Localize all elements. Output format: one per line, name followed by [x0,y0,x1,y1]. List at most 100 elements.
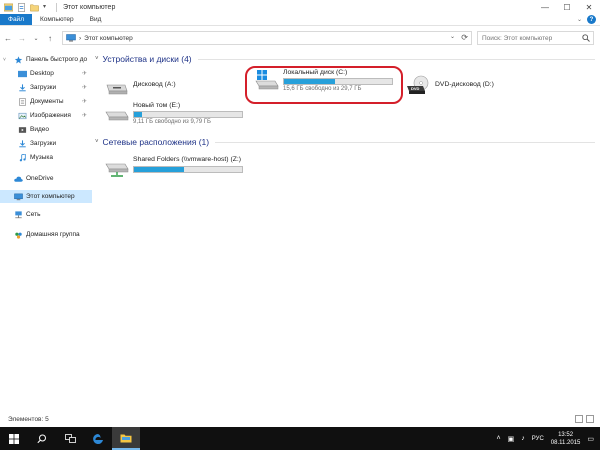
network-icon [15,210,22,218]
language-indicator[interactable]: РУС [532,436,544,442]
sidebar-item-label: Видео [30,126,49,133]
show-hidden-icons-icon[interactable]: ˄ [497,435,501,442]
sidebar-item-homegroup[interactable]: Домашняя группа [0,228,92,241]
sidebar-item-quick-access[interactable]: ˅ Панель быстрого до [0,53,92,66]
pin-icon[interactable]: ✈ [82,84,87,91]
sidebar-item-downloads[interactable]: Загрузки ✈ [0,81,92,94]
drive-d[interactable]: DVD DVD-дисковод (D:) [407,75,494,97]
sidebar-item-label: Desktop [30,70,54,77]
onedrive-icon [14,176,23,182]
sidebar-item-network[interactable]: Сеть [0,208,92,221]
group-divider [215,141,595,143]
sidebar-item-onedrive[interactable]: OneDrive [0,172,92,185]
items-count: Элементов: 5 [8,415,49,423]
drive-z[interactable]: Shared Folders (\\vmware-host) (Z:) [105,156,251,178]
forward-button[interactable]: → [16,34,28,43]
sidebar-item-label: Документы [30,98,64,105]
pin-icon[interactable]: ✈ [82,112,87,119]
recent-locations-button[interactable]: ⌄ [30,35,42,42]
drive-c[interactable]: Локальный диск (C:) 15,6 ГБ свободно из … [255,69,393,92]
status-bar: Элементов: 5 [0,413,600,425]
window-controls: — ☐ ✕ [534,0,600,14]
sidebar-item-video[interactable]: Видео [0,123,92,136]
edge-taskbar-button[interactable] [84,427,112,450]
tab-view[interactable]: Вид [82,14,110,25]
sidebar-item-label: OneDrive [26,175,54,182]
search-input[interactable] [482,34,577,42]
close-button[interactable]: ✕ [578,0,600,14]
network-status-icon[interactable]: ▣ [508,435,515,443]
sidebar-item-label: Этот компьютер [26,193,75,200]
navigation-pane: ˅ Панель быстрого до Desktop ✈ Загрузки … [0,50,92,408]
drive-usage-fill [284,79,335,84]
address-bar[interactable]: › Этот компьютер ⌄ ⟳ [62,31,472,45]
clock-time: 13:52 [558,431,574,438]
notifications-icon[interactable]: ▭ [587,435,594,443]
sidebar-item-label: Музыка [30,154,53,161]
search-taskbar-button[interactable] [28,427,56,450]
refresh-icon[interactable]: ⟳ [461,33,468,42]
drive-e[interactable]: Новый том (E:) 9,11 ГБ свободно из 9,79 … [105,102,243,125]
search-icon[interactable] [582,34,590,42]
collapse-chevron-icon[interactable]: ˅ [95,56,99,62]
quick-access-toolbar: ▾ [0,2,57,12]
explorer-taskbar-button[interactable] [112,427,140,450]
clock-date: 08.11.2015 [550,439,581,446]
folder-icon [120,434,132,442]
drive-usage-fill [134,167,184,172]
expand-chevron-icon[interactable]: ˅ [3,57,6,63]
pin-icon[interactable]: ✈ [82,98,87,105]
group-devices-and-drives[interactable]: ˅ Устройства и диски (4) [95,54,595,64]
drive-usage-fill [134,112,142,117]
new-folder-icon[interactable] [30,3,39,12]
pin-icon[interactable]: ✈ [82,70,87,77]
expand-ribbon-icon[interactable]: ⌄ [577,16,582,23]
tab-file[interactable]: Файл [0,14,32,25]
sidebar-item-label: Сеть [26,211,41,218]
clock[interactable]: 13:52 08.11.2015 [551,431,581,447]
volume-icon[interactable]: ♪ [521,435,525,442]
drive-name: DVD-дисковод (D:) [435,81,494,88]
customize-qat-icon[interactable]: ▾ [43,3,52,12]
drive-usage-bar [133,111,243,118]
window-icon [4,3,13,11]
maximize-button[interactable]: ☐ [556,0,578,14]
group-network-locations[interactable]: ˅ Сетевые расположения (1) [95,137,595,147]
sidebar-item-documents[interactable]: Документы ✈ [0,95,92,108]
window-title: Этот компьютер [63,3,116,11]
tab-computer[interactable]: Компьютер [32,14,82,25]
system-tray: ˄ ▣ ♪ РУС 13:52 08.11.2015 ▭ [497,427,600,450]
back-button[interactable]: ← [2,34,14,43]
computer-icon [66,34,76,42]
view-switcher [575,415,594,423]
sidebar-item-pictures[interactable]: Изображения ✈ [0,109,92,122]
details-view-button[interactable] [575,415,583,423]
start-button[interactable] [0,427,28,450]
help-icon[interactable]: ? [587,15,596,24]
task-view-icon [64,434,76,443]
music-icon [19,153,26,161]
content-pane: ˅ Устройства и диски (4) Дисковод (A:) Л… [95,50,600,408]
minimize-button[interactable]: — [534,0,556,14]
task-view-button[interactable] [56,427,84,450]
taskbar: ˄ ▣ ♪ РУС 13:52 08.11.2015 ▭ [0,427,600,450]
drive-a[interactable]: Дисковод (A:) [105,75,176,97]
pictures-icon [18,112,27,119]
sidebar-item-music[interactable]: Музыка [0,151,92,164]
svg-text:DVD: DVD [411,86,420,91]
address-dropdown-icon[interactable]: ⌄ [450,33,455,40]
up-button[interactable]: ↑ [44,34,56,43]
tiles-view-button[interactable] [586,415,594,423]
address-path[interactable]: Этот компьютер [84,35,133,42]
properties-icon[interactable] [17,2,26,12]
sidebar-item-desktop[interactable]: Desktop ✈ [0,67,92,80]
video-icon [18,126,27,133]
sidebar-item-label: Изображения [30,112,71,119]
collapse-chevron-icon[interactable]: ˅ [95,139,99,145]
computer-icon [14,193,23,200]
search-box[interactable] [477,31,594,45]
sidebar-item-this-pc[interactable]: Этот компьютер [0,190,92,203]
sidebar-item-label: Домашняя группа [26,231,80,238]
search-icon [37,434,46,443]
sidebar-item-downloads-2[interactable]: Загрузки [0,137,92,150]
